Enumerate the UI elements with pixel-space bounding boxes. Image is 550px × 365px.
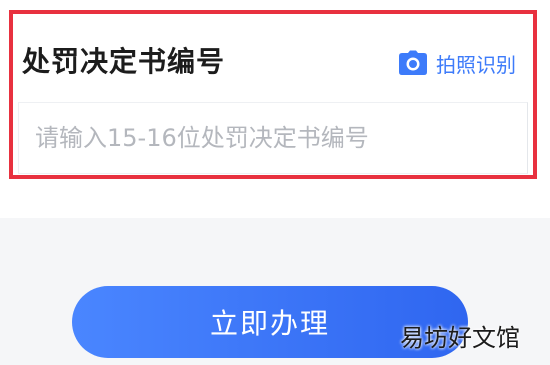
highlight-frame [9, 10, 537, 179]
watermark-text: 易坊好文馆 [400, 324, 520, 352]
